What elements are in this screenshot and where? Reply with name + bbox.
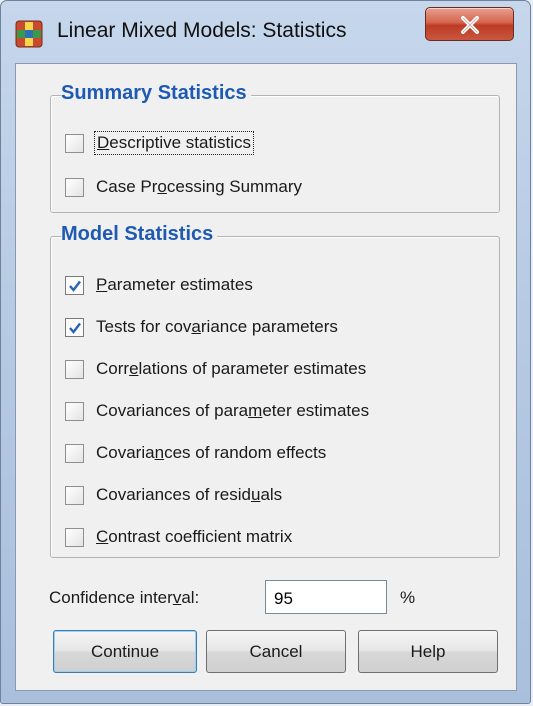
- confidence-interval-input[interactable]: [265, 580, 387, 614]
- summary-statistics-group: Summary Statistics Descriptive statistic…: [50, 82, 500, 213]
- cancel-button[interactable]: Cancel: [206, 630, 346, 673]
- descriptive-statistics-option[interactable]: Descriptive statistics: [65, 130, 254, 156]
- tests-covariance-parameters-option[interactable]: Tests for covariance parameters: [65, 314, 338, 340]
- model-statistics-group: Model Statistics Parameter estimates Tes…: [50, 223, 500, 558]
- case-processing-summary-label: Case Processing Summary: [96, 177, 302, 196]
- close-button[interactable]: [425, 7, 514, 41]
- correlations-parameter-estimates-checkbox[interactable]: [65, 359, 84, 379]
- covariances-parameter-estimates-option[interactable]: Covariances of parameter estimates: [65, 398, 369, 424]
- summary-statistics-legend: Summary Statistics: [61, 82, 251, 105]
- dialog-client-area: Summary Statistics Descriptive statistic…: [15, 63, 517, 691]
- covariances-parameter-estimates-label: Covariances of parameter estimates: [96, 401, 370, 420]
- covariances-random-effects-label: Covariances of random effects: [96, 443, 327, 462]
- parameter-estimates-option[interactable]: Parameter estimates: [65, 272, 253, 298]
- case-processing-summary-option[interactable]: Case Processing Summary: [65, 174, 302, 200]
- covariances-random-effects-option[interactable]: Covariances of random effects: [65, 440, 326, 466]
- contrast-coefficient-matrix-checkbox[interactable]: [65, 527, 84, 547]
- contrast-coefficient-matrix-option[interactable]: Contrast coefficient matrix: [65, 524, 292, 550]
- window-title: Linear Mixed Models: Statistics: [57, 19, 347, 42]
- confidence-interval-unit: %: [400, 588, 416, 607]
- covariances-parameter-estimates-checkbox[interactable]: [65, 401, 84, 421]
- checkmark-icon: [69, 322, 81, 334]
- covariances-residuals-option[interactable]: Covariances of residuals: [65, 482, 282, 508]
- correlations-parameter-estimates-label: Correlations of parameter estimates: [96, 359, 367, 378]
- correlations-parameter-estimates-option[interactable]: Correlations of parameter estimates: [65, 356, 366, 382]
- checkmark-icon: [69, 280, 81, 292]
- parameter-estimates-checkbox[interactable]: [65, 275, 84, 295]
- tests-covariance-parameters-checkbox[interactable]: [65, 317, 84, 337]
- descriptive-statistics-label: Descriptive statistics: [94, 131, 254, 155]
- continue-button[interactable]: Continue: [53, 630, 197, 673]
- dialog-window: Linear Mixed Models: Statistics Summary …: [0, 0, 531, 704]
- model-statistics-legend: Model Statistics: [61, 223, 218, 246]
- title-bar[interactable]: Linear Mixed Models: Statistics: [1, 1, 530, 63]
- descriptive-statistics-checkbox[interactable]: [65, 133, 84, 153]
- help-button[interactable]: Help: [358, 630, 498, 673]
- covariances-random-effects-checkbox[interactable]: [65, 443, 84, 463]
- tests-covariance-parameters-label: Tests for covariance parameters: [96, 317, 338, 336]
- covariances-residuals-label: Covariances of residuals: [96, 485, 283, 504]
- case-processing-summary-checkbox[interactable]: [65, 177, 84, 197]
- app-icon: [15, 20, 43, 48]
- covariances-residuals-checkbox[interactable]: [65, 485, 84, 505]
- confidence-interval-label: Confidence interval:: [49, 588, 200, 607]
- contrast-coefficient-matrix-label: Contrast coefficient matrix: [96, 527, 293, 546]
- parameter-estimates-label: Parameter estimates: [96, 275, 253, 294]
